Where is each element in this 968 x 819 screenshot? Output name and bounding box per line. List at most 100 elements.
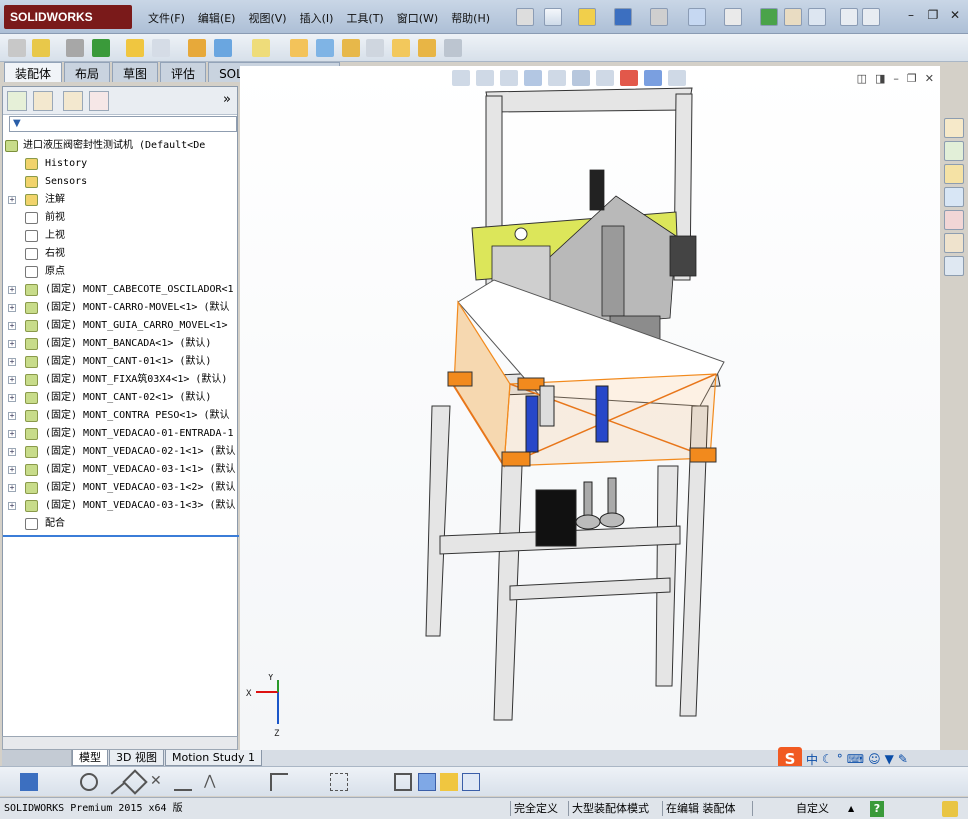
expand-toggle-icon[interactable]: + [8, 502, 16, 510]
open-folder-icon[interactable] [578, 8, 596, 26]
new-part-icon[interactable] [32, 39, 50, 57]
file-properties-icon[interactable] [784, 8, 802, 26]
expand-toggle-icon[interactable]: + [8, 304, 16, 312]
graphics-area[interactable]: ◫ ◨ – ❐ ✕ X Y Z [240, 66, 940, 750]
exploded-view-icon[interactable] [342, 39, 360, 57]
update-speedpak-icon[interactable] [418, 39, 436, 57]
forum-icon[interactable] [944, 256, 964, 276]
instant3d-icon[interactable] [392, 39, 410, 57]
tab-3d-views[interactable]: 3D 视图 [109, 750, 164, 766]
tree-item[interactable]: + (固定) MONT_CONTRA PESO<1> (默认 [3, 407, 239, 425]
tree-root[interactable]: 进口液压阀密封性测试机 (Default<De [3, 137, 239, 155]
linear-pattern-icon[interactable] [92, 39, 110, 57]
expand-toggle-icon[interactable]: + [8, 340, 16, 348]
tree-item[interactable]: + (固定) MONT_VEDACAO-02-1<1> (默认 [3, 443, 239, 461]
offset-icon[interactable] [174, 773, 192, 791]
units-selector[interactable]: 自定义 [796, 801, 829, 817]
expand-panel-icon[interactable]: » [223, 92, 231, 107]
close-icon[interactable]: ✕ [948, 9, 962, 23]
insert-component-icon[interactable] [8, 39, 26, 57]
tree-item[interactable]: + (固定) MONT_VEDACAO-03-1<2> (默认 [3, 479, 239, 497]
tree-item[interactable]: 右视 [3, 245, 239, 263]
feature-tree-tab-icon[interactable] [7, 91, 27, 111]
tab-assembly[interactable]: 装配体 [4, 62, 63, 82]
tag-icon[interactable] [942, 801, 958, 817]
expand-toggle-icon[interactable]: + [8, 358, 16, 366]
bill-of-materials-icon[interactable] [316, 39, 334, 57]
tree-item[interactable]: 配合 [3, 515, 239, 533]
restore-icon[interactable]: ❐ [926, 9, 940, 23]
expand-toggle-icon[interactable]: + [8, 394, 16, 402]
expand-toggle-icon[interactable]: + [8, 196, 16, 204]
tree-item[interactable]: History [3, 155, 239, 173]
new-motion-study-icon[interactable] [290, 39, 308, 57]
grid-icon[interactable] [330, 773, 348, 791]
expand-toggle-icon[interactable]: + [8, 448, 16, 456]
circle-icon[interactable] [80, 773, 98, 791]
filter-funnel-icon[interactable]: ▼ [13, 118, 21, 129]
tab-model[interactable]: 模型 [72, 750, 108, 766]
tab-sketch[interactable]: 草图 [112, 62, 159, 82]
show-hidden-icon[interactable] [188, 39, 206, 57]
appearances-icon[interactable] [944, 210, 964, 230]
tools-wrench-icon[interactable]: ✎ [898, 752, 908, 766]
expand-toggle-icon[interactable]: + [8, 412, 16, 420]
expand-toggle-icon[interactable]: + [8, 466, 16, 474]
menu-window[interactable]: 窗口(W) [397, 10, 438, 26]
solidworks-resources-icon[interactable] [944, 118, 964, 138]
file-explorer-icon[interactable] [944, 164, 964, 184]
new-document-icon[interactable] [544, 8, 562, 26]
skin-shirt-icon[interactable]: ▼ [885, 752, 894, 766]
tree-item[interactable]: + (固定) MONT_FIXA筑03X4<1> (默认) [3, 371, 239, 389]
select-arrow-icon[interactable] [724, 8, 742, 26]
expand-toggle-icon[interactable]: + [8, 322, 16, 330]
search-commands-icon[interactable] [840, 8, 858, 26]
rebuild-icon[interactable] [760, 8, 778, 26]
tree-item[interactable]: + (固定) MONT_GUIA_CARRO_MOVEL<1> [3, 317, 239, 335]
tree-item[interactable]: + (固定) MONT_BANCADA<1> (默认) [3, 335, 239, 353]
expand-toggle-icon[interactable]: + [8, 286, 16, 294]
display-manager-tab-icon[interactable] [89, 91, 109, 111]
save-icon-bottom[interactable] [20, 773, 38, 791]
corner-icon[interactable] [270, 773, 288, 791]
mirror-icon[interactable]: ⋀ [204, 773, 222, 791]
tree-item[interactable]: + (固定) MONT_VEDACAO-03-1<1> (默认 [3, 461, 239, 479]
tree-item[interactable]: + (固定) MONT_CANT-01<1> (默认) [3, 353, 239, 371]
smart-fasteners-icon[interactable] [126, 39, 144, 57]
tree-item[interactable]: 原点 [3, 263, 239, 281]
options-icon[interactable] [808, 8, 826, 26]
help-icon[interactable] [862, 8, 880, 26]
design-library-icon[interactable] [944, 141, 964, 161]
trim-icon[interactable]: ✕ [150, 773, 168, 791]
polygon-icon[interactable] [122, 769, 148, 795]
menu-view[interactable]: 视图(V) [248, 10, 286, 26]
status-help-icon[interactable]: ? [870, 801, 884, 817]
view-camera-icon[interactable] [440, 773, 458, 791]
explode-line-icon[interactable] [366, 39, 384, 57]
assembly-model[interactable] [240, 66, 940, 750]
moon-icon[interactable]: ☾ [822, 752, 833, 766]
tree-item[interactable]: 上视 [3, 227, 239, 245]
ime-mode-toggle[interactable]: 中 [806, 751, 818, 768]
expand-toggle-icon[interactable]: + [8, 376, 16, 384]
minimize-icon[interactable]: – [904, 9, 918, 23]
move-component-icon[interactable] [152, 39, 170, 57]
undo-icon[interactable] [688, 8, 706, 26]
print-icon[interactable] [650, 8, 668, 26]
tree-item[interactable]: + (固定) MONT_VEDACAO-01-ENTRADA-1 [3, 425, 239, 443]
tab-evaluate[interactable]: 评估 [160, 62, 207, 82]
save-icon[interactable] [614, 8, 632, 26]
reference-geometry-icon[interactable] [252, 39, 270, 57]
mate-icon[interactable] [66, 39, 84, 57]
menu-help[interactable]: 帮助(H) [451, 10, 490, 26]
display-mode-icon[interactable] [418, 773, 436, 791]
tab-scroll-arrows[interactable] [2, 750, 72, 766]
menu-file[interactable]: 文件(F) [148, 10, 185, 26]
custom-properties-icon[interactable] [944, 233, 964, 253]
tab-layout[interactable]: 布局 [64, 62, 111, 82]
configuration-manager-tab-icon[interactable] [63, 91, 83, 111]
table-icon[interactable] [462, 773, 480, 791]
assembly-features-icon[interactable] [214, 39, 232, 57]
units-up-arrow-icon[interactable]: ▲ [848, 801, 854, 817]
expand-toggle-icon[interactable]: + [8, 430, 16, 438]
